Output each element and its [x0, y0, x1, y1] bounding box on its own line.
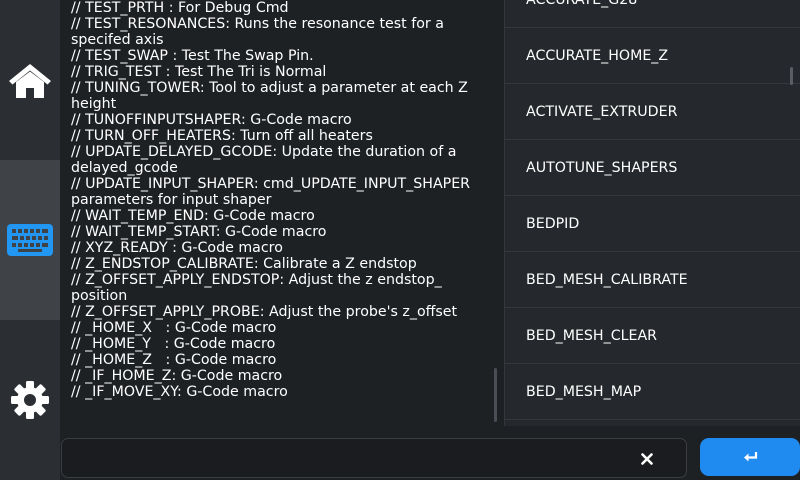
command-input-box — [61, 438, 687, 478]
keyboard-icon — [7, 224, 53, 256]
side-nav — [0, 0, 60, 480]
console-line: // Z_OFFSET_APPLY_ENDSTOP: Adjust the z … — [71, 272, 447, 304]
macro-item[interactable]: BED_MESH_CLEAR — [505, 308, 800, 364]
macro-item[interactable]: BED_MESH_CALIBRATE — [505, 252, 800, 308]
console-line: // TEST_PRTH : For Debug Cmd — [71, 0, 289, 16]
console-line: // TUNOFFINPUTSHAPER: G-Code macro — [71, 112, 352, 128]
console-screen: // TEST_PRTH : For Debug Cmd// TEST_RESO… — [0, 0, 800, 480]
console-line: // _IF_HOME_Z: G-Code macro — [71, 368, 283, 384]
macro-item-label: BED_MESH_CLEAR — [526, 327, 658, 344]
console-line: // _IF_MOVE_XY: G-Code macro — [71, 384, 288, 400]
console-line: // Z_OFFSET_APPLY_PROBE: Adjust the prob… — [71, 304, 458, 320]
macro-item-label: BED_MESH_CALIBRATE — [526, 271, 688, 288]
console-line: // XYZ_READY : G-Code macro — [71, 240, 283, 256]
macro-item-label: ACCURATE_HOME_Z — [526, 47, 669, 64]
clear-input-button[interactable] — [635, 447, 659, 471]
close-icon — [641, 453, 653, 465]
home-icon — [9, 64, 51, 98]
console-line: // TEST_SWAP : Test The Swap Pin. — [71, 48, 314, 64]
console-line: // TURN_OFF_HEATERS: Turn off all heater… — [71, 128, 373, 144]
macro-item[interactable]: BEDPID — [505, 196, 800, 252]
macro-item-label: AUTOTUNE_SHAPERS — [526, 159, 678, 176]
macro-item-label: BED_MESH_MAP — [526, 383, 642, 400]
macro-item[interactable]: ACCURATE_G28 — [505, 0, 800, 28]
nav-settings-button[interactable] — [0, 320, 60, 480]
console-scrollbar[interactable] — [494, 368, 497, 422]
macro-list-panel[interactable]: ACCURATE_G28 ACCURATE_HOME_Z ACTIVATE_EXTR… — [504, 0, 800, 426]
console-line: // UPDATE_INPUT_SHAPER: cmd_UPDATE_INPUT… — [71, 176, 475, 208]
console-line: // WAIT_TEMP_START: G-Code macro — [71, 224, 327, 240]
console-line: // Z_ENDSTOP_CALIBRATE: Calibrate a Z en… — [71, 256, 417, 272]
macro-item[interactable]: BED_MESH_MAP — [505, 364, 800, 420]
console-line: // _HOME_Y : G-Code macro — [71, 336, 276, 352]
console-lines: // TEST_PRTH : For Debug Cmd// TEST_RESO… — [71, 0, 491, 400]
macro-item-label: ACTIVATE_EXTRUDER — [526, 103, 678, 120]
nav-console-button[interactable] — [0, 160, 60, 320]
macro-list-scrollbar[interactable] — [790, 67, 793, 85]
send-command-button[interactable] — [700, 438, 800, 476]
nav-home-button[interactable] — [0, 0, 60, 160]
gear-icon — [11, 381, 49, 419]
console-output[interactable]: // TEST_PRTH : For Debug Cmd// TEST_RESO… — [60, 0, 504, 430]
console-line: // TEST_RESONANCES: Runs the resonance t… — [71, 16, 449, 48]
macro-item-label: BEDPID — [526, 215, 580, 232]
console-line: // UPDATE_DELAYED_GCODE: Update the dura… — [71, 144, 461, 176]
console-line: // _HOME_Z : G-Code macro — [71, 352, 277, 368]
console-line: // TUNING_TOWER: Tool to adjust a parame… — [71, 80, 473, 112]
macro-item[interactable]: ACTIVATE_EXTRUDER — [505, 84, 800, 140]
enter-icon — [744, 452, 758, 462]
console-line: // _HOME_X : G-Code macro — [71, 320, 277, 336]
macro-list: ACCURATE_G28 ACCURATE_HOME_Z ACTIVATE_EXTR… — [505, 0, 800, 420]
macro-item[interactable]: AUTOTUNE_SHAPERS — [505, 140, 800, 196]
console-line: // TRIG_TEST : Test The Tri is Normal — [71, 64, 327, 80]
console-line: // WAIT_TEMP_END: G-Code macro — [71, 208, 315, 224]
command-input[interactable] — [72, 443, 636, 475]
macro-item-label: ACCURATE_G28 — [526, 0, 637, 8]
macro-item[interactable]: ACCURATE_HOME_Z — [505, 28, 800, 84]
